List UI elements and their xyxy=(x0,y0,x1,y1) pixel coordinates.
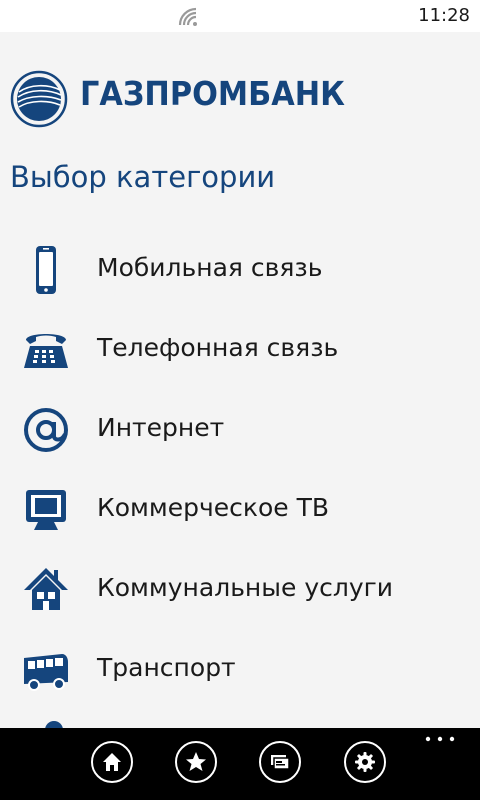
category-item-transport[interactable]: Транспорт xyxy=(0,630,480,710)
category-item-tv[interactable]: Коммерческое ТВ xyxy=(0,470,480,550)
home-icon xyxy=(103,753,121,771)
category-item-mobile[interactable]: Мобильная связь xyxy=(0,230,480,310)
status-bar: 11:28 xyxy=(0,0,480,32)
wifi-icon xyxy=(178,7,197,26)
category-item-internet[interactable]: Интернет xyxy=(0,390,480,470)
category-label: Телефонная связь xyxy=(97,333,339,362)
bus-icon xyxy=(22,644,70,696)
category-list: Мобильная связь Телефонная связь Интерне… xyxy=(0,230,480,710)
home-button[interactable] xyxy=(91,741,133,783)
app-bar xyxy=(0,728,480,800)
status-time: 11:28 xyxy=(418,5,470,26)
settings-button[interactable] xyxy=(344,741,386,783)
tv-icon xyxy=(22,484,70,536)
bank-logo-text: ГАЗПРОМБАНК xyxy=(80,74,345,113)
main-content: ГАЗПРОМБАНК Выбор категории Мобильная св… xyxy=(0,32,480,728)
more-dots-icon[interactable] xyxy=(424,734,456,744)
gear-icon xyxy=(355,752,375,772)
category-label: Транспорт xyxy=(97,653,236,682)
page-title: Выбор категории xyxy=(10,160,276,194)
category-item-utilities[interactable]: Коммунальные услуги xyxy=(0,550,480,630)
star-icon xyxy=(186,752,206,771)
category-label: Мобильная связь xyxy=(97,253,323,282)
house-icon xyxy=(22,564,70,616)
payments-button[interactable] xyxy=(259,741,301,783)
category-label: Интернет xyxy=(97,413,225,442)
next-item-icon-peek xyxy=(45,721,63,728)
gazprombank-logo-icon xyxy=(10,70,68,128)
mobile-phone-icon xyxy=(22,244,70,296)
desk-phone-icon xyxy=(22,324,70,376)
favorites-button[interactable] xyxy=(175,741,217,783)
category-item-phone[interactable]: Телефонная связь xyxy=(0,310,480,390)
at-sign-icon xyxy=(22,404,70,456)
category-label: Коммерческое ТВ xyxy=(97,493,330,522)
wallet-icon xyxy=(271,755,290,770)
category-label: Коммунальные услуги xyxy=(97,573,394,602)
